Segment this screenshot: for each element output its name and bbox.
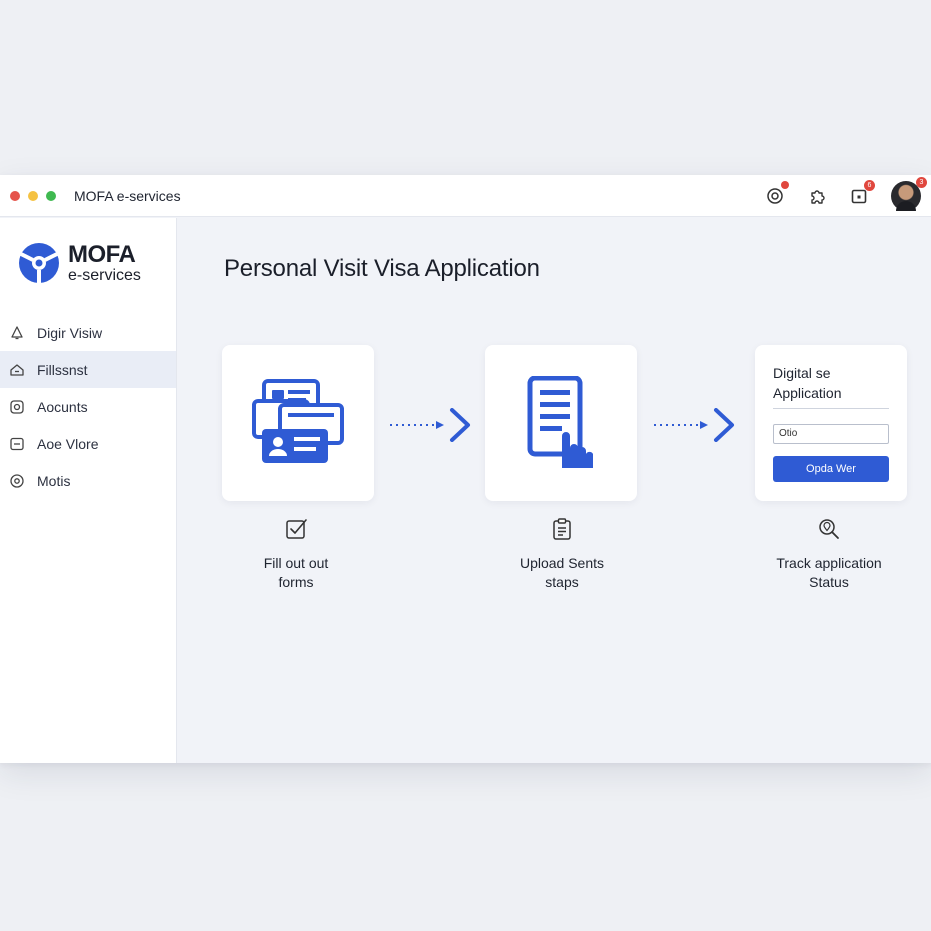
target-icon[interactable] [765, 181, 789, 206]
close-window-button[interactable] [10, 190, 20, 201]
sidebar-item-label: Fillssnst [37, 361, 88, 378]
minimize-window-button[interactable] [28, 190, 38, 201]
bell-icon [9, 325, 25, 341]
app-window: MOFA e-services 6 3 MOFA e-services Digi… [0, 175, 931, 763]
sidebar: MOFA e-services Digir Visiw Fillssnst Ao… [0, 218, 177, 763]
main-content: Personal Visit Visa Application Digital … [178, 218, 931, 763]
puzzle-icon[interactable] [807, 186, 827, 206]
status-card: Digital se Application Otio Opda Wer [755, 345, 907, 501]
sidebar-item-label: Aoe Vlore [37, 435, 99, 452]
sidebar-item-digir-visiw[interactable]: Digir Visiw [0, 314, 176, 351]
step-label-fill-forms: Fill out out forms [263, 555, 329, 590]
document-tap-icon [527, 376, 593, 468]
sidebar-item-aoe-vlore[interactable]: Aoe Vlore [0, 425, 176, 462]
avatar[interactable]: 3 [891, 177, 927, 211]
window-title: MOFA e-services [74, 187, 181, 204]
home-icon [9, 362, 25, 378]
arrow-icon [390, 408, 470, 442]
brand-subtitle: e-services [68, 266, 141, 284]
page-title: Personal Visit Visa Application [224, 255, 540, 282]
sidebar-item-fillssnst[interactable]: Fillssnst [0, 351, 176, 388]
status-submit-button[interactable]: Opda Wer [773, 456, 889, 482]
brand[interactable]: MOFA e-services [18, 242, 141, 284]
step-card-upload[interactable] [485, 345, 637, 501]
application-number-input[interactable]: Otio [773, 424, 889, 444]
clipboard-icon [553, 518, 571, 540]
avatar-badge: 3 [916, 177, 927, 188]
sidebar-nav: Digir Visiw Fillssnst Aocunts Aoe Vlore … [0, 314, 176, 499]
arrow-icon [654, 408, 734, 442]
sidebar-item-label: Aocunts [37, 398, 88, 415]
title-bar: MOFA e-services 6 3 [0, 175, 931, 217]
radio-icon [9, 473, 25, 489]
square-badge: 6 [864, 180, 875, 191]
sidebar-item-label: Digir Visiw [37, 324, 103, 341]
avatar-body [896, 201, 916, 211]
message-icon [9, 436, 25, 452]
status-card-title: Digital se Application [773, 365, 842, 401]
mofa-logo-icon [19, 243, 59, 283]
screen: MOFA e-services 6 3 MOFA e-services Digi… [0, 0, 931, 931]
step-card-fill-forms[interactable] [222, 345, 374, 501]
step-label-track-status: Track application Status [776, 555, 882, 590]
sidebar-item-motis[interactable]: Motis [0, 462, 176, 499]
brand-name: MOFA [68, 240, 136, 268]
step-label-upload: Upload Sents staps [519, 555, 605, 590]
check-form-icon [286, 519, 307, 539]
toolbar-icons: 6 3 [765, 175, 927, 217]
sidebar-item-label: Motis [37, 472, 71, 489]
search-location-icon [819, 519, 839, 539]
camera-icon [9, 399, 25, 415]
id-cards-icon [252, 379, 344, 463]
sidebar-item-aocunts[interactable]: Aocunts [0, 388, 176, 425]
divider [773, 408, 889, 409]
window-controls [10, 190, 56, 201]
square-icon[interactable]: 6 [849, 180, 875, 206]
maximize-window-button[interactable] [46, 190, 56, 201]
